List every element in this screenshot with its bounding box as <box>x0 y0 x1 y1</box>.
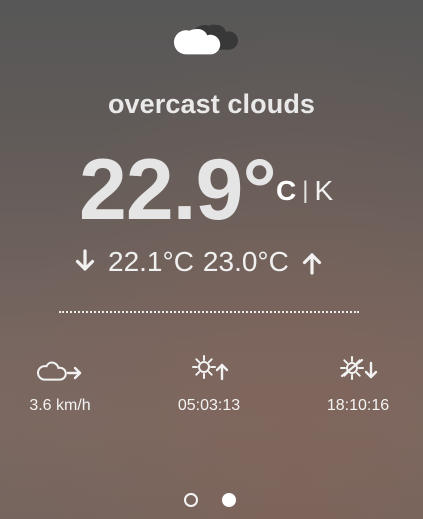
wind-detail: 3.6 km/h <box>0 353 120 423</box>
sunset-detail: 18:10:16 <box>298 353 418 423</box>
temperature-range: 22.1°C 23.0°C <box>71 241 361 283</box>
page-indicator <box>184 491 236 509</box>
current-temperature: 22.9° <box>79 142 277 238</box>
unit-separator: | <box>302 177 309 204</box>
page-dot-1[interactable] <box>184 493 198 507</box>
sunrise-detail: 05:03:13 <box>149 353 269 423</box>
page-dot-2[interactable] <box>222 493 236 507</box>
divider <box>59 311 359 313</box>
sunrise-time: 05:03:13 <box>177 397 241 414</box>
weather-description: overcast clouds <box>107 89 316 119</box>
maximum-temperature: 23.0°C <box>202 246 289 277</box>
wind-speed: 3.6 km/h <box>29 397 91 414</box>
minimum-temperature: 22.1°C <box>108 246 194 277</box>
kelvin-unit-button[interactable]: K <box>314 176 333 206</box>
cloud-icon <box>174 14 238 56</box>
sunrise-icon <box>183 354 235 382</box>
arrow-up-icon <box>298 248 326 276</box>
arrow-down-icon <box>71 248 99 276</box>
weather-card: overcast clouds 22.9° C | K 22.1°C 23.0°… <box>0 0 423 519</box>
temperature-unit-toggle: C | K <box>276 176 333 206</box>
sunset-time: 18:10:16 <box>326 397 390 414</box>
wind-cloud-arrow-icon <box>34 354 86 382</box>
sunset-icon <box>332 354 384 382</box>
celsius-unit-button[interactable]: C <box>276 176 296 206</box>
